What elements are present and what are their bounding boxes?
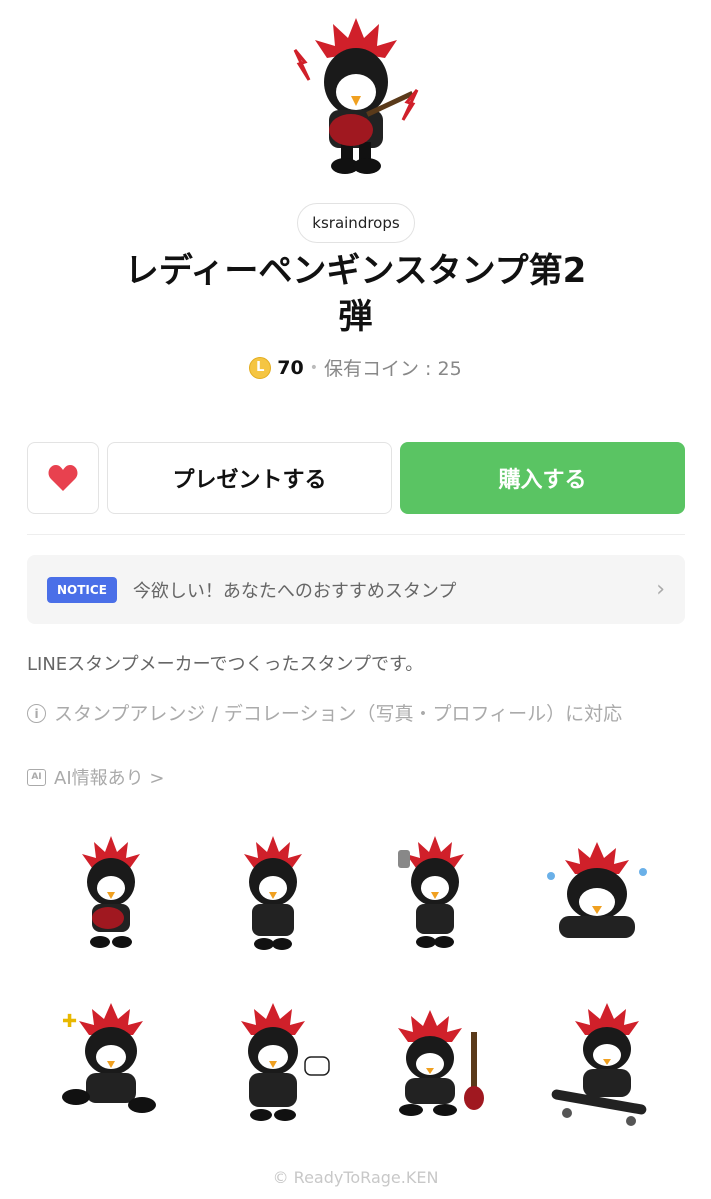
divider: [27, 534, 685, 535]
description: LINEスタンプメーカーでつくったスタンプです。: [27, 654, 424, 675]
main-sticker-image: [293, 18, 419, 174]
arrange-info: i スタンプアレンジ / デコレーション（写真・プロフィール）に対応: [27, 702, 687, 726]
notice-badge: NOTICE: [47, 576, 117, 603]
sticker-item[interactable]: [354, 992, 516, 1132]
sticker-item[interactable]: [192, 992, 354, 1132]
sticker-item[interactable]: [192, 822, 354, 962]
gift-button[interactable]: プレゼントする: [107, 442, 392, 514]
sticker-image: [241, 1003, 330, 1121]
heart-icon: [48, 465, 78, 491]
price: 70: [277, 356, 304, 379]
ai-info-link[interactable]: AI AI情報あり >: [27, 764, 164, 790]
sticker-image: [398, 1010, 484, 1116]
sticker-item[interactable]: ✚: [30, 992, 192, 1132]
info-icon: i: [27, 704, 46, 723]
ai-icon: AI: [27, 768, 46, 786]
sticker-item[interactable]: [30, 822, 192, 962]
sticker-item[interactable]: [354, 822, 516, 962]
favorite-button[interactable]: [27, 442, 99, 514]
creator-link[interactable]: ksraindrops: [297, 203, 415, 243]
sticker-image: [82, 836, 140, 948]
sticker-image: ✚: [62, 1003, 156, 1113]
price-row: L 70 • 保有コイン : 25: [0, 354, 711, 381]
sticker-image: [244, 836, 302, 950]
owned-coins: 保有コイン : 25: [324, 358, 462, 380]
sticker-image: [551, 1003, 647, 1126]
sticker-image: [547, 842, 647, 938]
svg-text:✚: ✚: [62, 1011, 77, 1032]
sticker-image: [398, 836, 464, 948]
sticker-item[interactable]: [516, 822, 678, 962]
chevron-right-icon: ›: [656, 577, 665, 602]
sticker-grid: ✚: [30, 822, 681, 1132]
sticker-title: レディーペンギンスタンプ第2 弾: [40, 248, 671, 340]
notice-text: 今欲しい！あなたへのおすすめスタンプ: [132, 580, 457, 602]
sticker-title-line1: レディーペンギンスタンプ第2: [124, 251, 587, 291]
arrange-text: スタンプアレンジ / デコレーション（写真・プロフィール）に対応: [54, 703, 623, 725]
sticker-title-line2: 弾: [338, 297, 373, 337]
notice-banner[interactable]: NOTICE 今欲しい！あなたへのおすすめスタンプ ›: [27, 555, 685, 624]
line-coin-icon: L: [249, 356, 272, 379]
ai-info-text: AI情報あり >: [54, 768, 165, 789]
buy-button[interactable]: 購入する: [400, 442, 685, 514]
separator-dot: •: [309, 359, 319, 376]
sticker-item[interactable]: [516, 992, 678, 1132]
copyright: © ReadyToRage.KEN: [272, 1168, 439, 1187]
